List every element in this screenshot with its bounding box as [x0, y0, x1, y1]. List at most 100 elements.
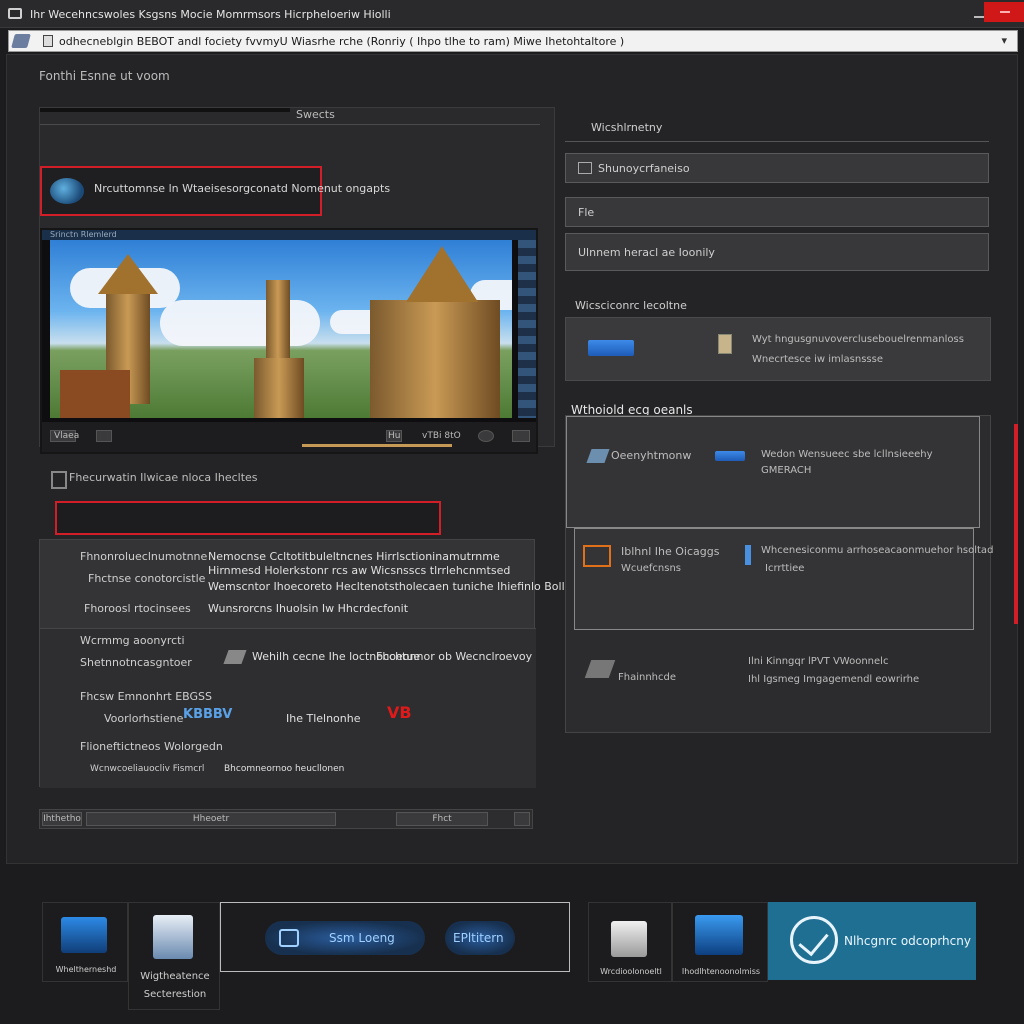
section-title: Wicsciconrc lecoltne	[575, 299, 687, 312]
media-panel: Swects Nrcuttomnse ln Wtaeisesorgconatd …	[39, 107, 555, 454]
accent-tile-label: Nlhcgnrc odcoprhcny	[844, 934, 971, 948]
prop-value: Ihe Tlelnonhe	[286, 712, 361, 725]
device-row-1[interactable]: Oeenyhtmonw Wedon Wensueec sbe lcllnsiee…	[566, 416, 980, 528]
taskbar-item-4[interactable]: Ihodlhtenoonolmiss	[672, 902, 768, 982]
archive-icon	[279, 929, 299, 947]
media-file-icon	[50, 178, 84, 204]
player-time: vTBi 8tO	[422, 431, 461, 441]
tab-swects[interactable]: Swects	[296, 108, 335, 121]
prop-label: Flioneftictneos Wolorgedn	[80, 740, 223, 753]
close-button[interactable]	[984, 2, 1024, 22]
address-bar[interactable]: odhecneblgin BEBOT andl fociety fvvmyU W…	[8, 30, 1018, 52]
drive-icon	[584, 660, 616, 678]
preview-toolbar: Srinctn Rlemlerd	[42, 230, 536, 240]
taskbar: Wheltherneshd Wigtheatence Secterestion …	[42, 902, 976, 1012]
player-mid-label: Hu	[388, 431, 401, 441]
right-header: Wicshlrnetny	[591, 121, 663, 134]
device-1-name: Oeenyhtmonw	[611, 449, 692, 462]
devices-panel: Oeenyhtmonw Wedon Wensueec sbe lcllnsiee…	[565, 415, 993, 733]
prop-value: Fhoeonnor ob Wecnclroevoy	[376, 650, 533, 663]
app-icon	[8, 8, 22, 19]
search-input[interactable]	[55, 501, 441, 535]
prop-label: Voorlorhstiene	[104, 712, 184, 725]
taskbar-item-1-label: Wheltherneshd	[55, 965, 117, 974]
main-heading: Fonthi Esnne ut voom	[39, 69, 170, 83]
title-bar: Ihr Wecehncswoles Ksgsns Mocie Momrmsors…	[0, 0, 1024, 28]
divider	[40, 124, 540, 125]
taskbar-item-2-label-2: Secterestion	[143, 989, 207, 1000]
right-panel: Wicshlrnetny Shunoycrfaneiso Fle Ulnnem …	[547, 85, 993, 815]
search-pill-1[interactable]: Ssm Loeng	[265, 921, 425, 955]
thumbnail-strip[interactable]	[518, 240, 536, 418]
server-icon	[611, 921, 647, 957]
taskbar-item-2-label: Wigtheatence	[140, 971, 210, 982]
player-fullscreen-button[interactable]	[512, 430, 530, 442]
video-preview[interactable]: Srinctn Rlemlerd Vlaea Hu vTBi 8tO	[40, 228, 538, 454]
taskbar-item-3[interactable]: Wrcdioolonoeltl	[588, 902, 672, 982]
red-badge: VB	[387, 703, 412, 722]
device-3-name: Fhainnhcde	[618, 672, 677, 683]
device-1-desc: Wedon Wensueec sbe lcllnsieeehy	[761, 449, 933, 460]
properties-panel: Fhnonrolueclnumotnne Nemocnse Ccltotitbu…	[39, 539, 570, 788]
prop-label: Wcnwcoeliauocliv Fismcrl	[90, 764, 205, 774]
preview-toolbar-text: Srinctn Rlemlerd	[50, 230, 117, 239]
device-2-icon	[583, 545, 611, 567]
taskbar-search[interactable]: Ssm Loeng EPltitern	[220, 902, 570, 972]
computer-icon	[153, 915, 193, 959]
prop-label: Fhctnse conotorcistle	[88, 572, 206, 585]
prop-label: Fhnonrolueclnumotnne	[80, 550, 208, 563]
status-seg-4[interactable]	[514, 812, 530, 826]
check-shield-icon	[790, 916, 838, 964]
tool-icon[interactable]	[11, 34, 31, 48]
selected-file-row[interactable]: Nrcuttomnse ln Wtaeisesorgconatd Nomenut…	[40, 166, 390, 216]
field-2-text: Fle	[578, 206, 595, 219]
address-text[interactable]: odhecneblgin BEBOT andl fociety fvvmyU W…	[59, 35, 624, 48]
seek-bar[interactable]	[302, 444, 452, 447]
device-3-desc-2: Ihl Igsmeg Imgagemendl eowrirhe	[748, 674, 920, 685]
tab-strip	[40, 108, 290, 112]
status-seg-1[interactable]: Ihthetho	[42, 812, 82, 826]
user-icon	[578, 162, 592, 174]
card-line-1: Wyt hngusgnuvoverclusebouelrenmanloss	[752, 334, 964, 345]
field-3[interactable]: Ulnnem heracl ae Ioonily	[565, 233, 989, 271]
prop-label: Wcrmmg aoonyrcti	[80, 634, 185, 647]
display-icon	[695, 915, 743, 955]
blue-button[interactable]	[588, 340, 634, 356]
status-seg-2[interactable]: Hheoetr	[86, 812, 336, 826]
prop-value: Hirnmesd Holerkstonr rcs aw Wicsnsscs tl…	[208, 564, 511, 577]
status-bar: Ihthetho Hheoetr Fhct	[39, 809, 533, 829]
window-title: Ihr Wecehncswoles Ksgsns Mocie Momrmsors…	[30, 8, 391, 21]
prop-label: Shetnnotncasgntoer	[80, 656, 192, 669]
scrollbar[interactable]	[1014, 424, 1018, 624]
monitor-icon	[61, 917, 107, 953]
preview-image	[50, 240, 512, 418]
blue-badge: KBBBV	[183, 707, 233, 722]
prop-value: Bhcomneornoo heucllonen	[224, 764, 345, 774]
section-icon	[51, 471, 67, 489]
prop-value: Nemocnse Ccltotitbuleltncnes Hirrlsction…	[208, 550, 500, 563]
device-2-sub: Wcuefcnsns	[621, 563, 681, 574]
taskbar-item-4-label: Ihodlhtenoonolmiss	[681, 967, 761, 976]
search-pill-2[interactable]: EPltitern	[445, 921, 515, 955]
divider	[565, 141, 989, 142]
device-row-2[interactable]: Iblhnl Ihe Oicaggs Wcuefcnsns Whcenesico…	[574, 528, 993, 630]
device-2-desc: Whcenesiconmu arrhoseacaonmuehor hsoltad	[761, 545, 994, 556]
file-name: Nrcuttomnse ln Wtaeisesorgconatd Nomenut…	[94, 182, 391, 195]
status-seg-3[interactable]: Fhct	[396, 812, 488, 826]
dropdown-icon[interactable]: ▾	[1001, 34, 1007, 47]
player-rewind-button[interactable]	[96, 430, 112, 442]
accent-tile[interactable]: Nlhcgnrc odcoprhcny	[768, 902, 976, 980]
field-1[interactable]: Shunoycrfaneiso	[565, 153, 989, 183]
taskbar-item-1[interactable]: Wheltherneshd	[42, 902, 128, 982]
device-2-desc-2: Icrrttiee	[765, 563, 805, 574]
device-icon	[586, 449, 610, 463]
player-play-button[interactable]	[478, 430, 494, 442]
player-controls: Vlaea Hu vTBi 8tO	[42, 422, 536, 452]
taskbar-item-2[interactable]: Wigtheatence Secterestion	[128, 902, 220, 1010]
field-2[interactable]: Fle	[565, 197, 989, 227]
taskbar-item-3-label: Wrcdioolonoeltl	[600, 967, 662, 976]
prop-label: Fhoroosl rtocinsees	[84, 602, 191, 615]
player-left-label: Vlaea	[54, 431, 80, 441]
section-label: Fhecurwatin Ilwicae nloca Ihecltes	[69, 471, 258, 484]
card-line-2: Wnecrtesce iw imlasnssse	[752, 354, 883, 365]
